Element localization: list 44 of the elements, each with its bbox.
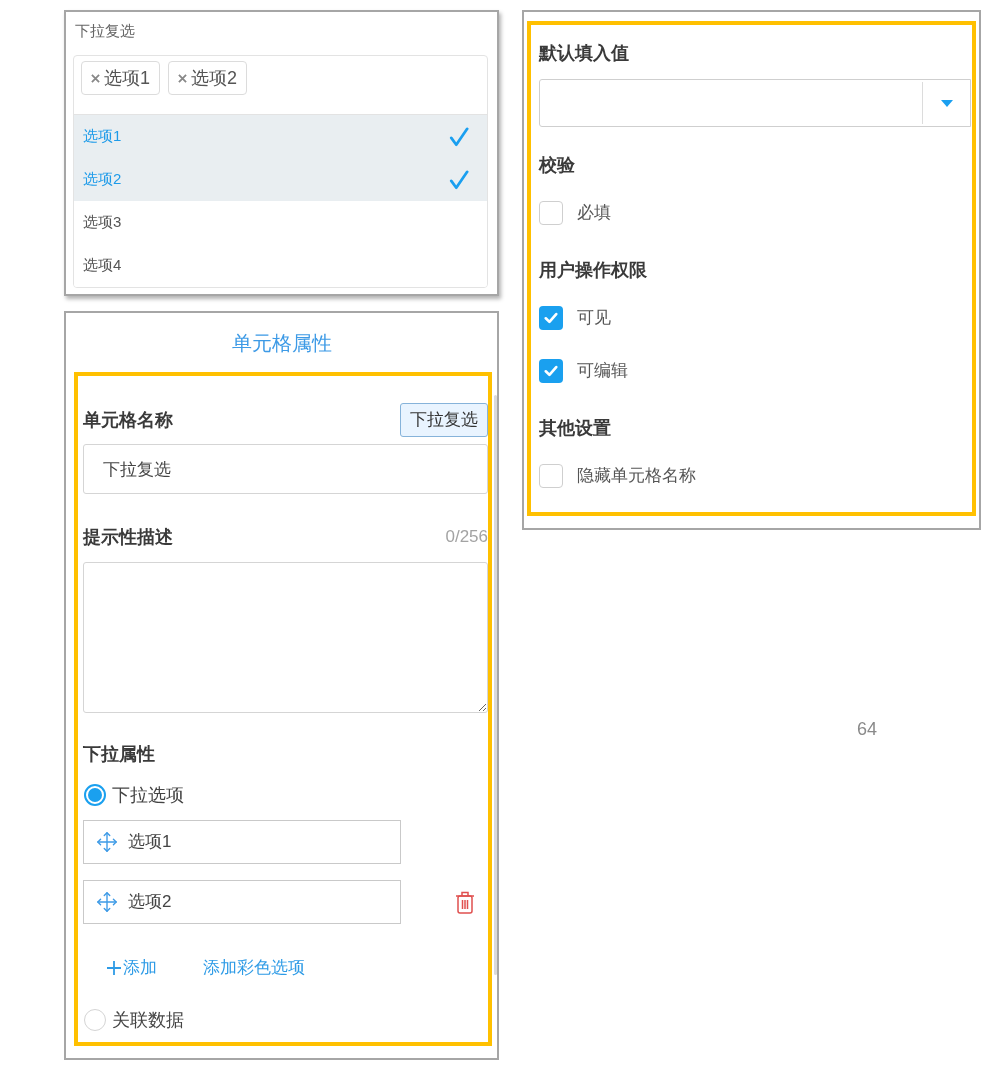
chip-label: 选项2 [191, 67, 238, 89]
checkbox[interactable] [539, 359, 563, 383]
check-icon [449, 126, 469, 147]
section-label: 校验 [539, 153, 575, 177]
section-label: 下拉属性 [83, 742, 155, 766]
remove-icon[interactable] [178, 73, 187, 83]
scrollbar-thumb[interactable] [494, 395, 497, 975]
checkbox[interactable] [539, 201, 563, 225]
remove-icon[interactable] [91, 73, 100, 83]
trash-icon[interactable] [455, 890, 475, 914]
section-label: 默认填入值 [539, 41, 629, 65]
check-icon [544, 312, 558, 324]
move-icon[interactable] [96, 891, 118, 913]
checkbox[interactable] [539, 306, 563, 330]
move-icon[interactable] [96, 831, 118, 853]
page-number: 64 [857, 719, 878, 739]
check-icon [544, 365, 558, 377]
radio-button[interactable] [84, 784, 106, 806]
field-label: 提示性描述 [83, 525, 173, 549]
multiselect-box[interactable]: 选项1 选项2 选项1 选项2 选项3 选项4 [73, 55, 488, 288]
section-label: 其他设置 [539, 416, 611, 440]
default-value-select[interactable] [539, 79, 971, 127]
checkbox-label: 可见 [577, 307, 611, 330]
check-icon [449, 169, 469, 190]
field-type-button[interactable]: 下拉复选 [400, 403, 488, 437]
radio-label: 下拉选项 [112, 783, 184, 807]
section-label: 用户操作权限 [539, 258, 647, 282]
field-label: 单元格名称 [83, 408, 173, 432]
option-field[interactable]: 选项2 [83, 880, 401, 924]
radio-label: 关联数据 [112, 1008, 184, 1032]
caret-down-icon [940, 99, 953, 107]
chip-label: 选项1 [104, 67, 150, 89]
radio-button[interactable] [84, 1009, 106, 1031]
panel-title: 单元格属性 [231, 330, 332, 356]
checkbox-label: 必填 [577, 202, 611, 225]
option-field[interactable]: 选项1 [83, 820, 401, 864]
checkbox-label: 隐藏单元格名称 [577, 465, 696, 488]
panel-title: 下拉复选 [74, 21, 135, 41]
description-field[interactable] [83, 562, 488, 713]
cell-name-field[interactable]: 下拉复选 [83, 444, 488, 494]
plus-icon [107, 961, 121, 975]
checkbox[interactable] [539, 464, 563, 488]
char-counter: 0/256 [445, 526, 488, 549]
checkbox-label: 可编辑 [577, 360, 628, 383]
